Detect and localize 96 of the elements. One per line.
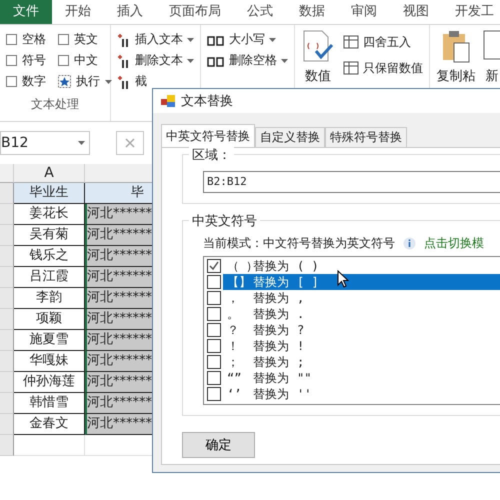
table-icon bbox=[343, 61, 359, 75]
range-field[interactable]: B2:B12 bbox=[203, 171, 500, 193]
checkbox[interactable] bbox=[58, 55, 69, 66]
name-box[interactable]: B12 bbox=[0, 131, 90, 155]
checkbox[interactable] bbox=[6, 34, 17, 45]
text-tool-icon bbox=[117, 54, 131, 68]
text-tool-button[interactable]: 插入文本 bbox=[135, 31, 183, 48]
row-header[interactable] bbox=[0, 414, 14, 435]
cursor-icon bbox=[337, 270, 349, 288]
document-check-icon bbox=[302, 29, 334, 63]
number-tool-button[interactable]: 四舍五入 bbox=[363, 34, 411, 50]
ribbon-tab[interactable]: 开发工 bbox=[442, 0, 500, 24]
caret-icon bbox=[187, 38, 194, 42]
ribbon-tab[interactable]: 文件 bbox=[0, 0, 52, 24]
checkbox[interactable] bbox=[207, 371, 221, 385]
row-header[interactable] bbox=[0, 309, 14, 330]
row-header[interactable] bbox=[0, 246, 14, 267]
row-header[interactable] bbox=[0, 393, 14, 414]
table-cell: 毕业生 bbox=[14, 183, 85, 204]
checkbox[interactable] bbox=[207, 259, 221, 273]
paste-button[interactable]: 复制粘 bbox=[436, 67, 476, 85]
group-label: 文本处理 bbox=[30, 96, 80, 113]
ribbon-tab[interactable]: 插入 bbox=[104, 0, 156, 24]
window-title: 文本替换 bbox=[181, 93, 233, 110]
row-header[interactable] bbox=[0, 330, 14, 351]
list-item[interactable]: ‘’ 替换为 '' bbox=[223, 386, 500, 402]
list-item[interactable]: “” 替换为 "" bbox=[223, 370, 500, 386]
group-title: 中英文符号 bbox=[189, 212, 260, 230]
clipboard-icon bbox=[441, 29, 471, 63]
info-icon bbox=[403, 237, 416, 250]
dialog-tab[interactable]: 自定义替换 bbox=[255, 127, 325, 147]
caret-icon bbox=[105, 80, 112, 84]
ribbon-tab[interactable]: 开始 bbox=[52, 0, 104, 24]
option-label: 数字 bbox=[22, 73, 46, 90]
switch-mode-link[interactable]: 点击切换模 bbox=[424, 235, 484, 252]
checkbox[interactable] bbox=[207, 387, 221, 401]
close-icon bbox=[125, 138, 135, 148]
ribbon-tab[interactable]: 视图 bbox=[390, 0, 442, 24]
list-item[interactable]: ； 替换为 ; bbox=[223, 354, 500, 370]
caret-icon bbox=[281, 58, 288, 62]
checkbox[interactable] bbox=[207, 339, 221, 353]
row-header[interactable] bbox=[0, 267, 14, 288]
row-header[interactable] bbox=[0, 288, 14, 309]
letters-icon bbox=[207, 54, 225, 66]
row-header[interactable] bbox=[0, 183, 14, 204]
text-tool-icon bbox=[117, 74, 131, 88]
checkbox[interactable] bbox=[6, 55, 17, 66]
text-tool-icon bbox=[117, 32, 131, 46]
mode-text: 当前模式：中文符号替换为英文符号 bbox=[203, 235, 395, 252]
dialog-tab[interactable]: 中英文符号替换 bbox=[161, 124, 255, 147]
caret-icon bbox=[269, 38, 276, 42]
case-tool-button[interactable]: 删除空格 bbox=[229, 52, 277, 69]
ribbon-tab[interactable]: 公式 bbox=[234, 0, 286, 24]
cancel-button[interactable] bbox=[116, 131, 144, 155]
list-item[interactable]: （ ）替换为 ( ) bbox=[223, 258, 500, 274]
option-label: 符号 bbox=[22, 52, 46, 69]
text-tool-button[interactable]: 截 bbox=[135, 73, 147, 90]
list-item[interactable]: 。 替换为 . bbox=[223, 306, 500, 322]
option-label: 英文 bbox=[74, 31, 98, 48]
list-item[interactable]: ， 替换为 , bbox=[223, 290, 500, 306]
row-header[interactable] bbox=[0, 351, 14, 372]
checkbox[interactable] bbox=[207, 355, 221, 369]
checkbox[interactable] bbox=[58, 34, 69, 45]
checkbox[interactable] bbox=[6, 76, 17, 87]
ribbon-tab[interactable]: 数据 bbox=[286, 0, 338, 24]
select-all-corner[interactable] bbox=[0, 164, 14, 183]
number-tool-button[interactable]: 只保留数值 bbox=[363, 60, 423, 76]
row-header[interactable] bbox=[0, 204, 14, 225]
ribbon-tab[interactable]: 页面布局 bbox=[156, 0, 234, 24]
checkbox[interactable] bbox=[207, 323, 221, 337]
new-button[interactable]: 新 bbox=[486, 67, 498, 85]
dialog-tab[interactable]: 特殊符号替换 bbox=[325, 127, 407, 147]
number-button[interactable]: 数值 bbox=[305, 67, 331, 85]
row-header[interactable] bbox=[0, 225, 14, 246]
caret-icon bbox=[78, 141, 85, 145]
app-icon bbox=[161, 95, 175, 107]
caret-icon bbox=[187, 58, 194, 62]
table-icon bbox=[343, 35, 359, 49]
list-item[interactable]: ！ 替换为 ! bbox=[223, 338, 500, 354]
option-label: 空格 bbox=[22, 31, 46, 48]
ribbon-tab[interactable]: 审阅 bbox=[338, 0, 390, 24]
list-item[interactable]: 【】 替换为 [ ] bbox=[223, 274, 500, 290]
case-tool-button[interactable]: 大小写 bbox=[229, 31, 265, 48]
checkbox[interactable] bbox=[207, 307, 221, 321]
checkbox[interactable] bbox=[207, 291, 221, 305]
list-item[interactable]: ？ 替换为 ? bbox=[223, 322, 500, 338]
star-icon bbox=[58, 75, 71, 88]
row-header[interactable] bbox=[0, 435, 14, 456]
column-header[interactable]: A bbox=[14, 164, 85, 183]
letters-icon bbox=[207, 34, 225, 46]
row-header[interactable] bbox=[0, 372, 14, 393]
checkbox[interactable] bbox=[207, 275, 221, 289]
run-button[interactable]: 执行 bbox=[76, 73, 100, 90]
option-label: 中文 bbox=[74, 52, 98, 69]
ok-button[interactable]: 确定 bbox=[182, 432, 255, 458]
text-tool-button[interactable]: 删除文本 bbox=[135, 52, 183, 69]
